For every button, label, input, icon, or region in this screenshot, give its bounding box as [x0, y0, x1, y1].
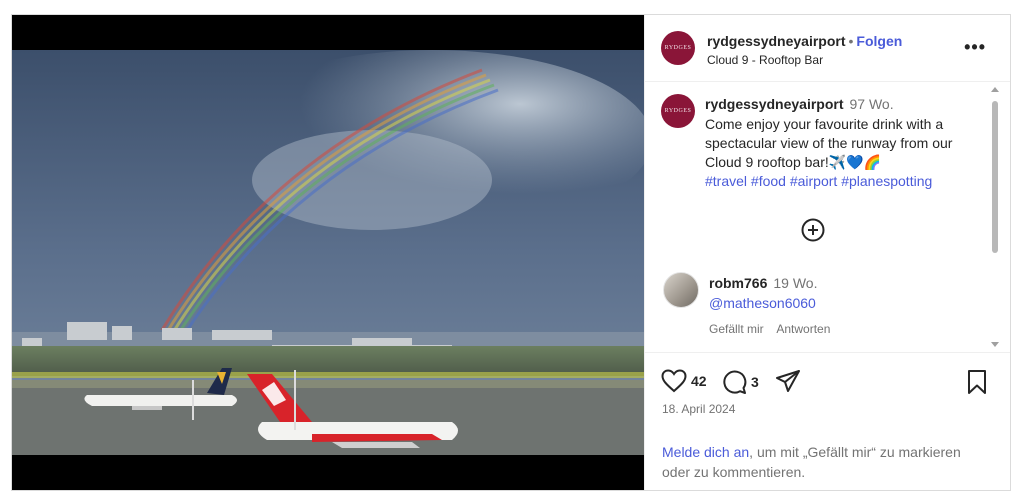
location-link[interactable]: Cloud 9 - Rooftop Bar	[707, 53, 823, 67]
account-avatar[interactable]: RYDGES	[661, 31, 695, 65]
comment-text[interactable]: @matheson6060	[709, 295, 816, 311]
post-image[interactable]	[12, 15, 644, 490]
post-date[interactable]: 18. April 2024	[662, 402, 735, 416]
comments-count[interactable]: 3	[751, 374, 759, 390]
instagram-post: RYDGES rydgessydneyairport • Folgen Cloud …	[11, 14, 1011, 491]
post-sidebar: RYDGES rydgessydneyairport • Folgen Cloud …	[644, 15, 1010, 490]
comment-bubble-icon[interactable]	[721, 369, 747, 395]
caption-time[interactable]: 97 Wo.	[850, 96, 894, 112]
save-action	[966, 369, 988, 395]
header-username[interactable]: rydgessydneyairport	[707, 33, 846, 49]
caption-text-block: Come enjoy your favourite drink with a s…	[705, 115, 975, 191]
comment-like-button[interactable]: Gefällt mir	[709, 322, 764, 336]
login-link[interactable]: Melde dich an	[662, 444, 749, 460]
share-paper-plane-icon[interactable]	[775, 369, 801, 395]
load-more-comments-icon[interactable]	[801, 218, 825, 242]
commenter-avatar[interactable]	[663, 272, 699, 308]
caption-avatar[interactable]: RYDGES	[661, 94, 695, 128]
scroll-down-arrow[interactable]	[991, 342, 999, 347]
likes-count[interactable]: 42	[691, 373, 707, 389]
comment-header: robm766 19 Wo.	[709, 275, 817, 291]
login-prompt: Melde dich an, um mit „Gefällt mir“ zu m…	[662, 442, 992, 482]
comments-panel: RYDGES rydgessydneyairport 97 Wo. Come en…	[645, 82, 985, 350]
caption-username[interactable]: rydgessydneyairport	[705, 96, 844, 112]
comment-action: 3	[721, 369, 759, 395]
avatar-logo-text: RYDGES	[664, 45, 692, 51]
caption-header: rydgessydneyairport 97 Wo.	[705, 96, 894, 112]
caption-text: Come enjoy your favourite drink with a s…	[705, 116, 953, 170]
share-action	[775, 369, 801, 395]
separator-dot: •	[848, 33, 854, 49]
bookmark-icon[interactable]	[966, 369, 988, 395]
comment-actions: Gefällt mir Antworten	[709, 322, 840, 336]
more-options-icon[interactable]: •••	[964, 37, 986, 58]
comment-username[interactable]: robm766	[709, 275, 767, 291]
scroll-thumb[interactable]	[992, 101, 998, 253]
heart-icon[interactable]	[661, 369, 687, 393]
comments-scrollbar[interactable]	[990, 87, 1000, 347]
post-actions-bar: 42 3 18. April 2024 Melde dich an, um mi…	[645, 352, 1010, 491]
scroll-up-arrow[interactable]	[991, 87, 999, 92]
avatar-logo-text: RYDGES	[664, 108, 692, 114]
post-header: RYDGES rydgessydneyairport • Folgen Cloud …	[645, 15, 1010, 82]
comment-time[interactable]: 19 Wo.	[773, 275, 817, 291]
comment-reply-button[interactable]: Antworten	[776, 322, 830, 336]
header-username-row: rydgessydneyairport • Folgen	[707, 33, 902, 49]
like-action: 42	[661, 369, 707, 393]
follow-button[interactable]: Folgen	[856, 33, 902, 49]
airport-rainbow-photo	[12, 50, 644, 455]
caption-hashtags[interactable]: #travel #food #airport #planespotting	[705, 173, 932, 189]
